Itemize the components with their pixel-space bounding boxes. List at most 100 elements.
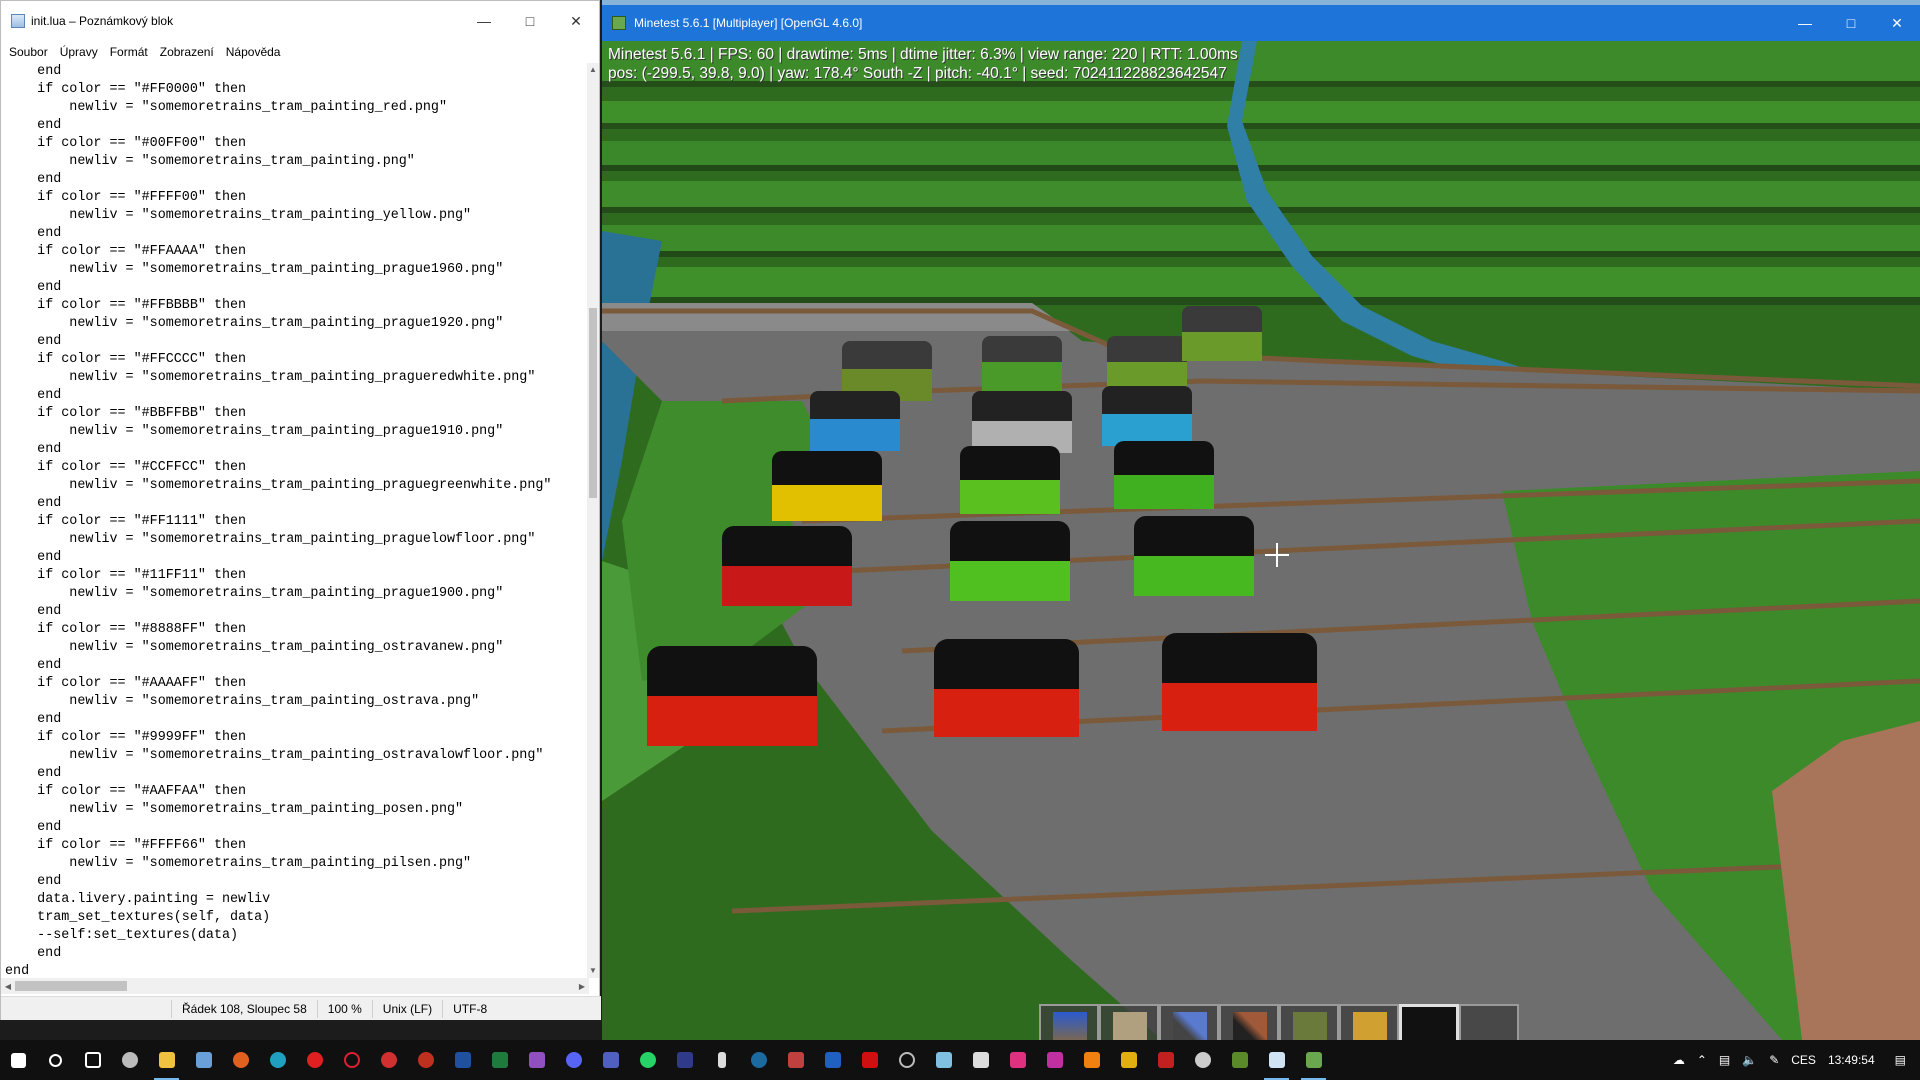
menu-zobrazeni[interactable]: Zobrazení (154, 45, 220, 59)
excel-icon[interactable] (481, 1040, 518, 1080)
opera-gx-icon[interactable] (333, 1040, 370, 1080)
app-icon[interactable] (777, 1040, 814, 1080)
game-viewport[interactable] (602, 41, 1920, 1040)
scroll-right-icon[interactable]: ▶ (575, 982, 589, 991)
hotbar-slot-tram[interactable] (1279, 1004, 1339, 1040)
system-tray: ☁ ⌃ ▤ 🔈 ✎ CES 13:49:54 ▤ (1667, 1040, 1920, 1080)
code-editor[interactable]: end if color == "#FF0000" then newliv = … (1, 63, 589, 978)
tram (1107, 336, 1187, 391)
opera-icon[interactable] (296, 1040, 333, 1080)
chevron-up-icon[interactable]: ⌃ (1691, 1053, 1713, 1067)
hotbar[interactable] (1039, 1004, 1519, 1040)
app-icon[interactable] (444, 1040, 481, 1080)
vertical-scroll-thumb[interactable] (589, 308, 597, 498)
app-icon[interactable] (518, 1040, 555, 1080)
code-text: end if color == "#FF0000" then newliv = … (5, 64, 552, 978)
minetest-window: Minetest 5.6.1 [Multiplayer] [OpenGL 4.6… (602, 0, 1920, 1040)
hotbar-slot-track[interactable] (1099, 1004, 1159, 1040)
tram (982, 336, 1062, 391)
steam-icon[interactable] (740, 1040, 777, 1080)
hotbar-slot-stick[interactable] (1219, 1004, 1279, 1040)
network-icon[interactable]: ▤ (1713, 1053, 1736, 1067)
maximize-icon[interactable]: □ (507, 1, 553, 41)
app-icon[interactable] (666, 1040, 703, 1080)
tram (972, 391, 1072, 453)
menu-soubor[interactable]: Soubor (3, 45, 54, 59)
app-icon[interactable] (1110, 1040, 1147, 1080)
menu-napoveda[interactable]: Nápověda (220, 45, 287, 59)
maximize-icon[interactable]: □ (1828, 3, 1874, 43)
close-icon[interactable]: ✕ (1874, 3, 1920, 43)
horizontal-scroll-thumb[interactable] (15, 981, 127, 991)
minecraft-icon[interactable] (1221, 1040, 1258, 1080)
crosshair-icon (1265, 543, 1289, 567)
pen-icon[interactable]: ✎ (1763, 1053, 1785, 1067)
minetest-app-icon (612, 16, 626, 30)
hud-line-2: pos: (-299.5, 39.8, 9.0) | yaw: 178.4° S… (608, 65, 1227, 82)
vlc-icon[interactable] (1073, 1040, 1110, 1080)
tram (1134, 516, 1254, 596)
tram (722, 526, 852, 606)
notifications-icon[interactable]: ▤ (1881, 1053, 1920, 1067)
settings-icon[interactable] (111, 1040, 148, 1080)
tram (647, 646, 817, 746)
close-icon[interactable]: ✕ (553, 1, 599, 41)
status-eol: Unix (LF) (371, 999, 442, 1018)
teams-icon[interactable] (592, 1040, 629, 1080)
minetest-taskbar-icon[interactable] (1295, 1040, 1332, 1080)
tram (1162, 633, 1317, 731)
whatsapp-icon[interactable] (629, 1040, 666, 1080)
language-indicator[interactable]: CES (1785, 1053, 1822, 1067)
status-bar: Řádek 108, Sloupec 58 100 % Unix (LF) UT… (1, 996, 601, 1020)
horizontal-scrollbar[interactable]: ◀ ▶ (1, 978, 589, 994)
hud-line-1: Minetest 5.6.1 | FPS: 60 | drawtime: 5ms… (608, 46, 1238, 63)
sound-app-icon[interactable] (703, 1040, 740, 1080)
tram (1114, 441, 1214, 509)
edge-icon[interactable] (259, 1040, 296, 1080)
scroll-down-icon[interactable]: ▼ (587, 964, 599, 978)
menu-upravy[interactable]: Úpravy (54, 45, 104, 59)
firefox-icon[interactable] (222, 1040, 259, 1080)
task-view-icon[interactable] (74, 1040, 111, 1080)
app-icon[interactable] (1147, 1040, 1184, 1080)
app-icon[interactable] (888, 1040, 925, 1080)
scroll-up-icon[interactable]: ▲ (587, 63, 599, 77)
acrobat-icon[interactable] (851, 1040, 888, 1080)
start-icon[interactable] (0, 1040, 37, 1080)
app-icon[interactable] (407, 1040, 444, 1080)
vertical-scrollbar[interactable]: ▲ ▼ (587, 63, 599, 978)
minimize-icon[interactable]: — (1782, 3, 1828, 43)
scroll-left-icon[interactable]: ◀ (1, 982, 15, 991)
notepad-window: init.lua – Poznámkový blok — □ ✕ Soubor … (0, 0, 601, 1020)
notepad-titlebar[interactable]: init.lua – Poznámkový blok — □ ✕ (1, 1, 599, 41)
hotbar-slot-selected[interactable] (1399, 1004, 1459, 1040)
clock[interactable]: 13:49:54 (1822, 1053, 1881, 1067)
menu-format[interactable]: Formát (104, 45, 154, 59)
app-icon[interactable] (185, 1040, 222, 1080)
status-position: Řádek 108, Sloupec 58 (171, 999, 317, 1018)
app-icon[interactable] (999, 1040, 1036, 1080)
gear-icon[interactable] (1184, 1040, 1221, 1080)
app-icon[interactable] (370, 1040, 407, 1080)
search-icon[interactable] (37, 1040, 74, 1080)
font-icon[interactable] (962, 1040, 999, 1080)
hotbar-slot-rail[interactable] (1039, 1004, 1099, 1040)
minetest-titlebar[interactable]: Minetest 5.6.1 [Multiplayer] [OpenGL 4.6… (602, 5, 1920, 41)
onedrive-icon[interactable]: ☁ (1667, 1053, 1691, 1067)
app-icon[interactable] (1036, 1040, 1073, 1080)
hotbar-slot-empty[interactable] (1459, 1004, 1519, 1040)
app-icon[interactable] (925, 1040, 962, 1080)
tram (1102, 386, 1192, 446)
tram (810, 391, 900, 451)
status-encoding: UTF-8 (442, 999, 497, 1018)
discord-icon[interactable] (555, 1040, 592, 1080)
app-icon[interactable] (814, 1040, 851, 1080)
notepad-title: init.lua – Poznámkový blok (31, 14, 174, 28)
volume-icon[interactable]: 🔈 (1736, 1053, 1763, 1067)
file-explorer-icon[interactable] (148, 1040, 185, 1080)
hotbar-slot-wand[interactable] (1159, 1004, 1219, 1040)
hotbar-slot-tool[interactable] (1339, 1004, 1399, 1040)
minimize-icon[interactable]: — (461, 1, 507, 41)
minetest-title: Minetest 5.6.1 [Multiplayer] [OpenGL 4.6… (634, 16, 863, 30)
notepad-taskbar-icon[interactable] (1258, 1040, 1295, 1080)
